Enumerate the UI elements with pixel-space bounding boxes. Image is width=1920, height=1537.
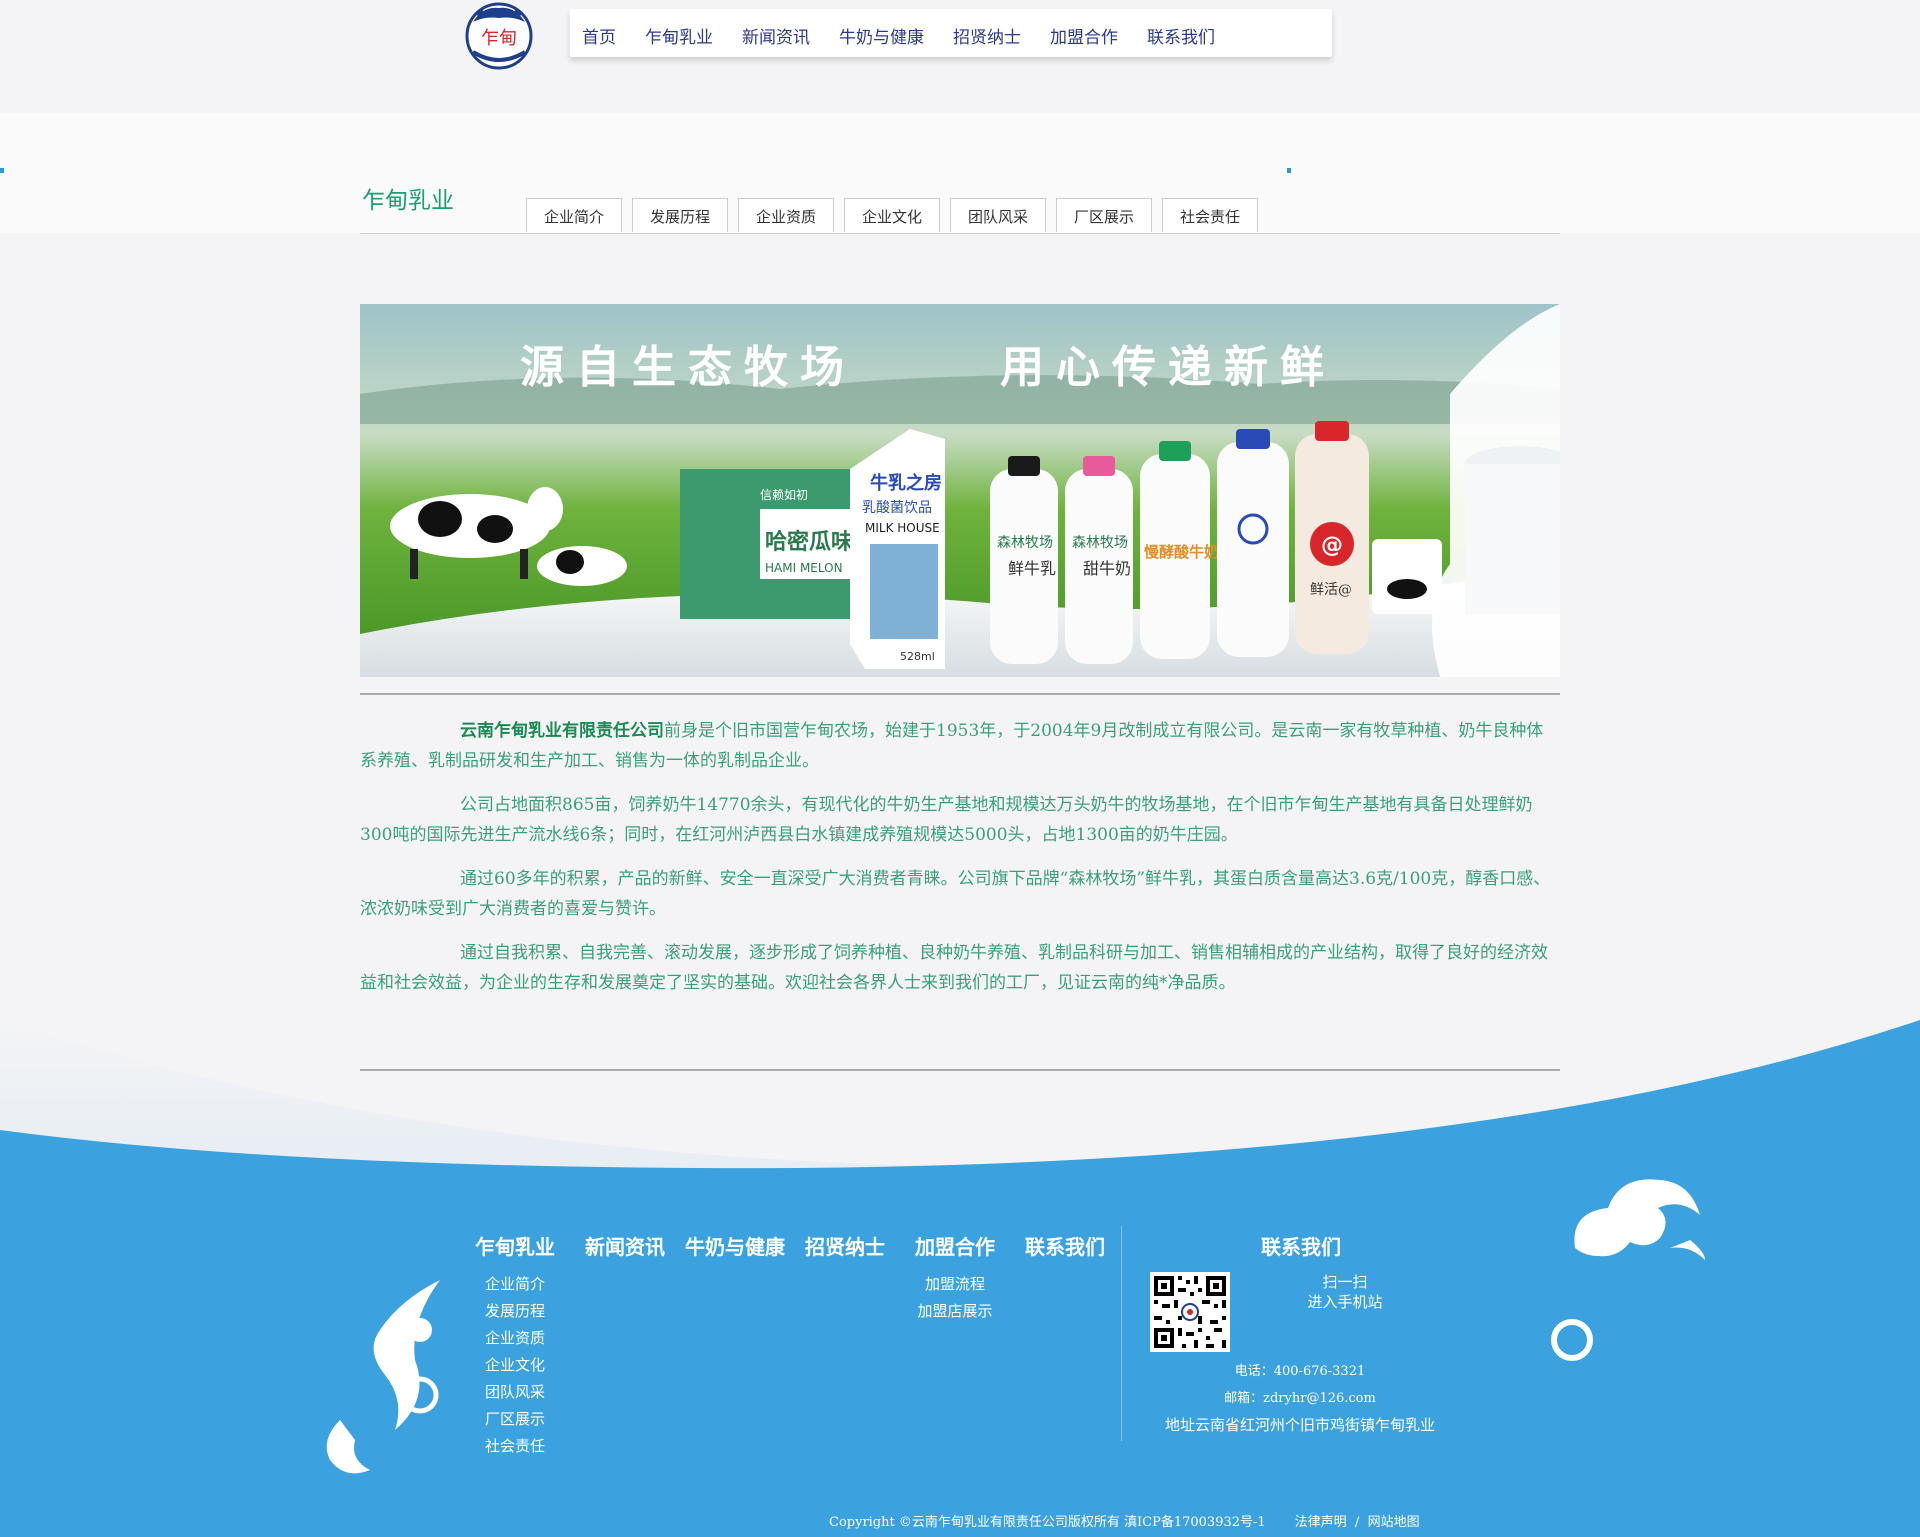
main-nav: 首页 乍甸乳业 新闻资讯 牛奶与健康 招贤纳士 加盟合作 联系我们	[570, 9, 1332, 57]
tab-factory[interactable]: 厂区展示	[1056, 198, 1152, 232]
nav-item-franchise[interactable]: 加盟合作	[1038, 9, 1118, 48]
footer-link[interactable]: 加盟店展示	[910, 1298, 1000, 1325]
tab-team[interactable]: 团队风采	[950, 198, 1046, 232]
footer-link[interactable]: 企业文化	[480, 1352, 550, 1379]
footer-link[interactable]: 发展历程	[480, 1298, 550, 1325]
divider	[360, 1069, 1560, 1071]
svg-text:乳酸菌饮品: 乳酸菌饮品	[862, 500, 932, 516]
nav-item-careers[interactable]: 招贤纳士	[941, 9, 1021, 48]
contact-email: 邮箱：zdryhr@126.com	[1224, 1391, 1376, 1406]
section-tabs: 企业简介 发展历程 企业资质 企业文化 团队风采 厂区展示 社会责任	[526, 198, 1268, 232]
intro-paragraph: 通过60多年的积累，产品的新鲜、安全一直深受广大消费者青睐。公司旗下品牌“森林牧…	[360, 869, 1551, 919]
svg-text:HAMI MELON: HAMI MELON	[765, 561, 843, 575]
nav-item-milk-health[interactable]: 牛奶与健康	[827, 9, 924, 48]
intro-paragraph: 云南乍甸乳业有限责任公司前身是个旧市国营乍甸农场，始建于1953年，于2004年…	[360, 721, 1544, 771]
footer-col-title[interactable]: 牛奶与健康	[685, 1231, 785, 1260]
svg-text:528ml: 528ml	[900, 650, 935, 663]
decor-dot	[1287, 168, 1291, 173]
footer-link[interactable]: 加盟流程	[910, 1271, 1000, 1298]
logo[interactable]: 乍甸	[463, 2, 535, 70]
footer-col-title[interactable]: 加盟合作	[915, 1231, 995, 1260]
footer-col-title[interactable]: 联系我们	[1025, 1231, 1105, 1260]
svg-text:MILK HOUSE: MILK HOUSE	[865, 521, 940, 535]
footer-link[interactable]: 厂区展示	[480, 1406, 550, 1433]
footer-link[interactable]: 团队风采	[480, 1379, 550, 1406]
footer-background	[0, 1015, 1920, 1537]
header: 乍甸 首页 乍甸乳业 新闻资讯 牛奶与健康 招贤纳士 加盟合作 联系我们	[0, 0, 1920, 113]
contact-info: 电话：400-676-3321 邮箱：zdryhr@126.com 地址云南省红…	[1120, 1358, 1480, 1439]
hero-banner: 源自生态牧场 用心传递新鲜 哈密瓜味 HAMI MELON 信赖如初 牛乳之房 …	[360, 304, 1560, 677]
copyright: Copyright ©云南乍甸乳业有限责任公司版权所有 滇ICP备1700393…	[829, 1514, 1420, 1530]
nav-item-contact[interactable]: 联系我们	[1135, 9, 1215, 48]
product-box: 哈密瓜味 HAMI MELON 信赖如初	[680, 469, 870, 619]
scan-hint: 扫一扫 进入手机站	[1307, 1274, 1383, 1311]
svg-text:牛乳之房: 牛乳之房	[870, 472, 942, 494]
nav-item-zhadian[interactable]: 乍甸乳业	[633, 9, 713, 48]
banner-headline-left: 源自生态牧场	[520, 342, 856, 393]
footer-link[interactable]: 企业资质	[480, 1325, 550, 1352]
svg-text:鲜活@: 鲜活@	[1310, 582, 1352, 598]
footer-col-title[interactable]: 招贤纳士	[805, 1231, 885, 1260]
qr-code	[1150, 1272, 1230, 1352]
banner-headline-right: 用心传递新鲜	[1000, 342, 1336, 393]
company-name: 云南乍甸乳业有限责任公司	[460, 721, 664, 741]
svg-text:信赖如初: 信赖如初	[760, 487, 808, 502]
contact-title: 联系我们	[1261, 1235, 1341, 1259]
svg-text:森林牧场: 森林牧场	[1072, 535, 1128, 551]
svg-text:哈密瓜味: 哈密瓜味	[765, 529, 853, 555]
section-title: 乍甸乳业	[362, 188, 454, 214]
nav-item-home[interactable]: 首页	[570, 9, 616, 48]
svg-text:鲜牛乳: 鲜牛乳	[1008, 559, 1056, 578]
footer-link[interactable]: 社会责任	[480, 1433, 550, 1460]
contact-phone: 电话：400-676-3321	[1234, 1364, 1366, 1379]
sitemap-link[interactable]: 网站地图	[1368, 1514, 1420, 1529]
footer-link[interactable]: 企业简介	[480, 1271, 550, 1298]
svg-text:甜牛奶: 甜牛奶	[1083, 559, 1131, 578]
intro-paragraph: 通过自我积累、自我完善、滚动发展，逐步形成了饲养种植、良种奶牛养殖、乳制品科研与…	[360, 943, 1548, 993]
product-carton: 牛乳之房 乳酸菌饮品 MILK HOUSE 528ml	[850, 429, 945, 669]
footer-links-franchise: 加盟流程 加盟店展示	[910, 1271, 1000, 1325]
nav-item-news[interactable]: 新闻资讯	[730, 9, 810, 48]
tab-history[interactable]: 发展历程	[632, 198, 728, 232]
svg-text:@: @	[1321, 533, 1343, 558]
tab-company-intro[interactable]: 企业简介	[526, 198, 622, 232]
footer-col-title[interactable]: 新闻资讯	[585, 1231, 665, 1260]
legal-link[interactable]: 法律声明	[1295, 1514, 1347, 1529]
contact-address: 地址云南省红河州个旧市鸡街镇乍甸乳业	[1164, 1417, 1435, 1434]
footer-col-title[interactable]: 乍甸乳业	[475, 1231, 555, 1260]
tab-social-responsibility[interactable]: 社会责任	[1162, 198, 1258, 232]
footer-links-company: 企业简介 发展历程 企业资质 企业文化 团队风采 厂区展示 社会责任	[480, 1271, 550, 1460]
divider	[360, 693, 1560, 695]
tab-qualifications[interactable]: 企业资质	[738, 198, 834, 232]
tab-culture[interactable]: 企业文化	[844, 198, 940, 232]
svg-text:慢酵酸牛奶: 慢酵酸牛奶	[1144, 543, 1219, 561]
intro-paragraph: 公司占地面积865亩，饲养奶牛14770余头，有现代化的牛奶生产基地和规模达万头…	[360, 795, 1533, 845]
divider	[360, 233, 1560, 234]
svg-text:森林牧场: 森林牧场	[997, 535, 1053, 551]
decor-dot	[0, 168, 4, 173]
svg-text:乍甸: 乍甸	[481, 28, 517, 49]
company-intro: 云南乍甸乳业有限责任公司前身是个旧市国营乍甸农场，始建于1953年，于2004年…	[360, 716, 1560, 1012]
